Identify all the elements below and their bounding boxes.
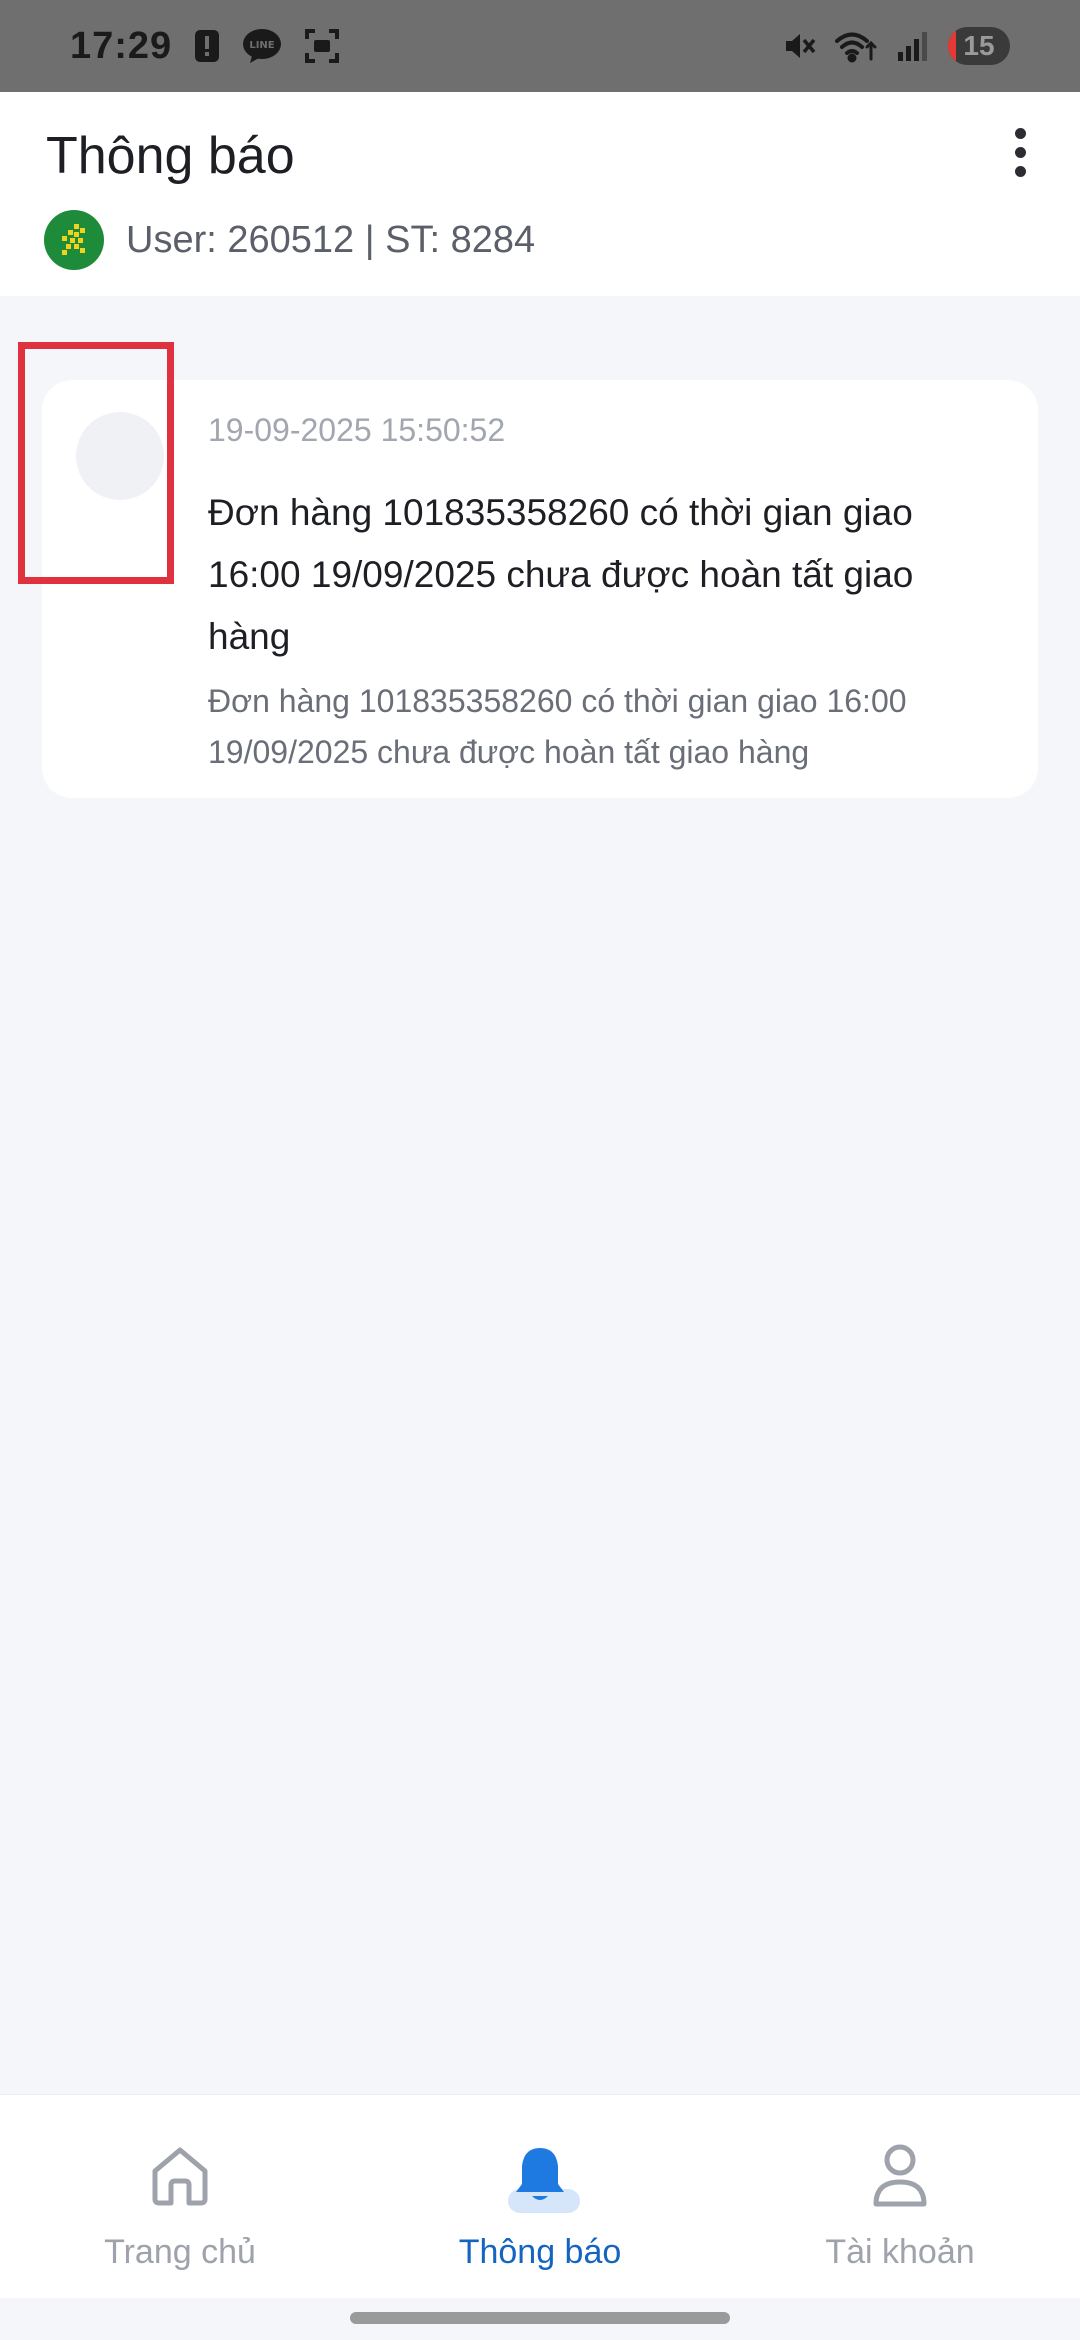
battery-level: 15 [963,30,995,61]
nav-item-home[interactable]: Trang chủ [0,2095,360,2298]
screenshot-icon [304,28,340,64]
page-title: Thông báo [46,127,295,185]
nav-label-notifications: Thông báo [458,2233,622,2271]
nav-label-account: Tài khoản [825,2233,975,2271]
more-dot [1014,165,1026,177]
highlight-box [18,342,174,584]
line-app-icon: LINE [242,28,282,64]
nav-label-home: Trang chủ [104,2233,256,2271]
signal-icon [896,30,930,62]
notification-title: Đơn hàng 101835358260 có thời gian giao … [208,492,914,657]
user-icon [840,2131,960,2221]
more-dot [1014,146,1026,158]
svg-text:LINE: LINE [250,40,275,51]
alert-icon [194,29,220,63]
status-time: 17:29 [70,24,173,67]
notification-card[interactable]: 19-09-2025 15:50:52 Đơn hàng 10183535826… [42,380,1038,798]
wifi-icon [834,29,878,63]
mute-icon [782,29,816,63]
user-store-info: User: 260512 | ST: 8284 [126,218,536,261]
battery-low-indicator [948,27,956,65]
home-icon [120,2131,240,2221]
bell-icon [480,2131,600,2221]
more-options-button[interactable] [990,122,1050,182]
status-right: 15 [782,27,1010,65]
nav-item-notifications[interactable]: Thông báo [360,2095,720,2298]
screen: 17:29 LINE 15 Thông báo User: 260512 | S… [0,0,1080,2340]
bottom-nav: Trang chủ Thông báo Tài khoản [0,2094,1080,2298]
notification-body: Đơn hàng 101835358260 có thời gian giao … [208,683,907,770]
user-info-row: User: 260512 | ST: 8284 [44,210,535,270]
home-indicator[interactable] [350,2312,730,2324]
app-header: Thông báo User: 260512 | ST: 8284 [0,92,1080,296]
battery-icon: 15 [948,27,1010,65]
status-bar: 17:29 LINE 15 [0,0,1080,92]
store-logo-icon [44,210,104,270]
nav-item-account[interactable]: Tài khoản [720,2095,1080,2298]
notification-time: 19-09-2025 15:50:52 [208,412,506,448]
status-left: 17:29 LINE [70,25,340,68]
more-dot [1014,127,1026,139]
